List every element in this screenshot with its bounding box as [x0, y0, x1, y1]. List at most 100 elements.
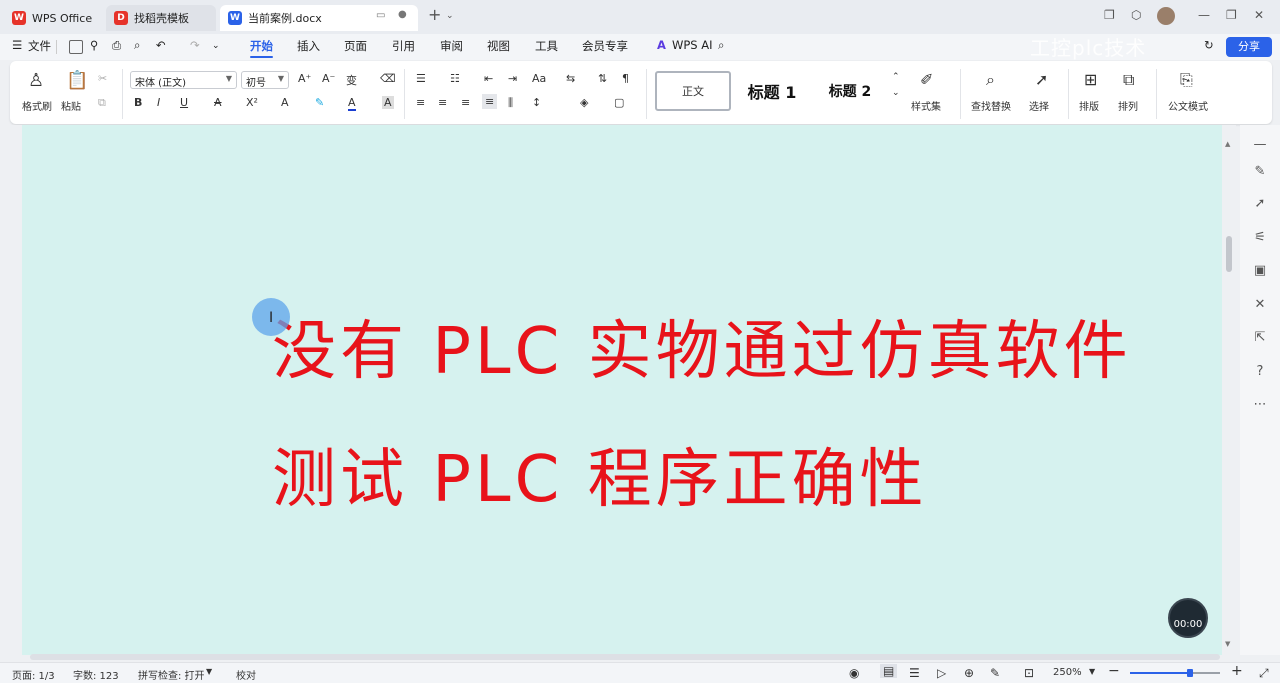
borders-icon[interactable]: ▢ [614, 96, 624, 109]
format-painter-button[interactable]: 格式刷 [22, 98, 52, 113]
outline-view-icon[interactable]: ☰ [909, 666, 920, 680]
phonetic-icon[interactable]: 变 [346, 72, 357, 88]
text-effect-icon[interactable]: A [281, 96, 289, 109]
paste-icon[interactable]: 📋 [66, 70, 88, 91]
document-line-2[interactable]: 测试 PLC 程序正确性 [272, 428, 928, 520]
adjust-icon[interactable]: ⚟ [1252, 230, 1268, 246]
recording-timer[interactable]: 00:00 [1168, 598, 1208, 638]
grow-font-icon[interactable]: A⁺ [298, 72, 311, 85]
menu-view[interactable]: 视图 [487, 38, 510, 54]
fit-icon[interactable]: ⊡ [1024, 666, 1034, 680]
shading-icon[interactable]: ◈ [580, 96, 588, 109]
share-button[interactable]: 分享 [1226, 37, 1272, 57]
justify-icon[interactable]: ≡ [482, 94, 498, 109]
sort-icon[interactable]: ⇅ [598, 72, 607, 85]
help-icon[interactable]: ? [1252, 364, 1268, 380]
zoom-out-icon[interactable]: − [1108, 663, 1120, 679]
menu-member[interactable]: 会员专享 [582, 38, 628, 54]
menu-review[interactable]: 审阅 [440, 38, 463, 54]
skin-icon[interactable]: ⬡ [1131, 8, 1141, 22]
decrease-indent-icon[interactable]: ⇤ [484, 72, 493, 85]
align-right-icon[interactable]: ≡ [461, 96, 470, 109]
shrink-font-icon[interactable]: A⁻ [322, 72, 335, 85]
strikethrough-icon[interactable]: A [214, 96, 222, 109]
zoom-in-icon[interactable]: + [1231, 663, 1243, 679]
align-center-icon[interactable]: ≡ [438, 96, 447, 109]
underline-icon[interactable]: U [180, 96, 188, 109]
close-icon[interactable]: ✕ [1254, 8, 1264, 22]
print-icon[interactable]: ⎙ [112, 38, 121, 53]
menu-page[interactable]: 页面 [344, 38, 367, 54]
word-count[interactable]: 字数: 123 [73, 667, 119, 682]
italic-icon[interactable]: I [157, 96, 160, 109]
official-mode-button[interactable]: 公文模式 [1168, 98, 1208, 113]
screen-icon[interactable]: ▭ [376, 10, 385, 21]
horizontal-scrollbar[interactable] [30, 654, 1220, 660]
text-case-icon[interactable]: Aa [532, 72, 546, 85]
page-indicator[interactable]: 页面: 1/3 [12, 667, 55, 682]
print-preview-icon[interactable]: ⌕ [134, 38, 140, 53]
more-icon[interactable]: ⋯ [1252, 397, 1268, 413]
format-painter-icon[interactable]: ♙ [28, 70, 44, 91]
sync-icon[interactable]: ↻ [1204, 38, 1214, 52]
window-mode-icon[interactable]: ❐ [1104, 8, 1115, 22]
style-normal[interactable]: 正文 [655, 71, 731, 111]
tab-current-document[interactable]: W 当前案例.docx ▭ ● [220, 5, 418, 31]
fullscreen-icon[interactable]: ⤢ [1259, 666, 1269, 681]
proofread-button[interactable]: 校对 [236, 667, 256, 682]
play-icon[interactable]: ▷ [937, 666, 946, 680]
select-arrow-icon[interactable]: ➚ [1252, 196, 1268, 212]
styles-up-icon[interactable]: ⌃ [892, 72, 900, 82]
find-icon[interactable]: ⌕ [986, 70, 995, 90]
restore-icon[interactable]: ❐ [1226, 8, 1237, 22]
cut-icon[interactable]: ✂ [98, 72, 107, 85]
spell-check-toggle[interactable]: 拼写检查: 打开 [138, 667, 205, 682]
numbered-list-icon[interactable]: ☷ [450, 72, 460, 85]
layout-icon[interactable]: ⊞ [1084, 70, 1097, 89]
arrange-icon[interactable]: ⧉ [1123, 70, 1134, 90]
search-icon[interactable]: ⌕ [718, 38, 724, 53]
collapse-icon[interactable]: — [1252, 137, 1268, 153]
tab-wps-office[interactable]: W WPS Office [4, 5, 100, 31]
text-direction-icon[interactable]: ⇆ [566, 72, 575, 85]
menu-tools[interactable]: 工具 [535, 38, 558, 54]
font-size-select[interactable]: 初号 ▼ [241, 71, 289, 89]
chevron-down-icon[interactable]: ▼ [206, 667, 212, 676]
wps-ai-icon[interactable]: A [657, 38, 666, 52]
menu-insert[interactable]: 插入 [297, 38, 320, 54]
scroll-up-icon[interactable]: ▲ [1225, 140, 1230, 148]
save-icon[interactable] [69, 40, 83, 54]
document-line-1[interactable]: 没有 PLC 实物通过仿真软件 [272, 300, 1132, 392]
style-set-button[interactable]: 样式集 [911, 98, 941, 113]
scroll-down-icon[interactable]: ▼ [1225, 640, 1230, 648]
increase-indent-icon[interactable]: ⇥ [508, 72, 517, 85]
image-icon[interactable]: ▣ [1252, 263, 1268, 279]
copy-icon[interactable]: ⧉ [98, 96, 106, 110]
zoom-level[interactable]: 250% [1053, 667, 1082, 678]
menu-references[interactable]: 引用 [392, 38, 415, 54]
find-replace-button[interactable]: 查找替换 [971, 98, 1011, 113]
official-doc-icon[interactable]: ⎘ [1180, 70, 1193, 90]
new-tab-icon[interactable]: + [428, 5, 441, 24]
style-heading-1[interactable]: 标题 1 [732, 71, 812, 111]
paste-button[interactable]: 粘贴 [61, 98, 81, 113]
edit-pen-icon[interactable]: ✎ [1252, 164, 1268, 180]
font-name-select[interactable]: 宋体 (正文) ▼ [130, 71, 237, 89]
web-view-icon[interactable]: ⊕ [964, 666, 974, 680]
bold-icon[interactable]: B [134, 96, 142, 109]
redo-icon[interactable]: ↷ [190, 38, 200, 52]
quick-access-chevron-icon[interactable]: ⌄ [212, 41, 220, 51]
pen-icon[interactable]: ✎ [990, 666, 1000, 680]
eye-protect-icon[interactable]: ◉ [849, 666, 859, 680]
arrange-button[interactable]: 排列 [1118, 98, 1138, 113]
highlight-icon[interactable]: ✎ [315, 96, 324, 109]
char-shading-icon[interactable]: A [382, 96, 394, 109]
clear-format-icon[interactable]: ⌫ [380, 72, 396, 85]
page-view-icon[interactable]: ▤ [880, 664, 898, 678]
style-set-icon[interactable]: ✐ [920, 70, 933, 89]
menu-file[interactable]: 文件 [28, 38, 51, 54]
tab-docer-templates[interactable]: D 找稻壳模板 [106, 5, 216, 31]
line-spacing-icon[interactable]: ↕ [532, 96, 541, 109]
vertical-scroll-thumb[interactable] [1226, 236, 1232, 272]
select-button[interactable]: 选择 [1029, 98, 1049, 113]
